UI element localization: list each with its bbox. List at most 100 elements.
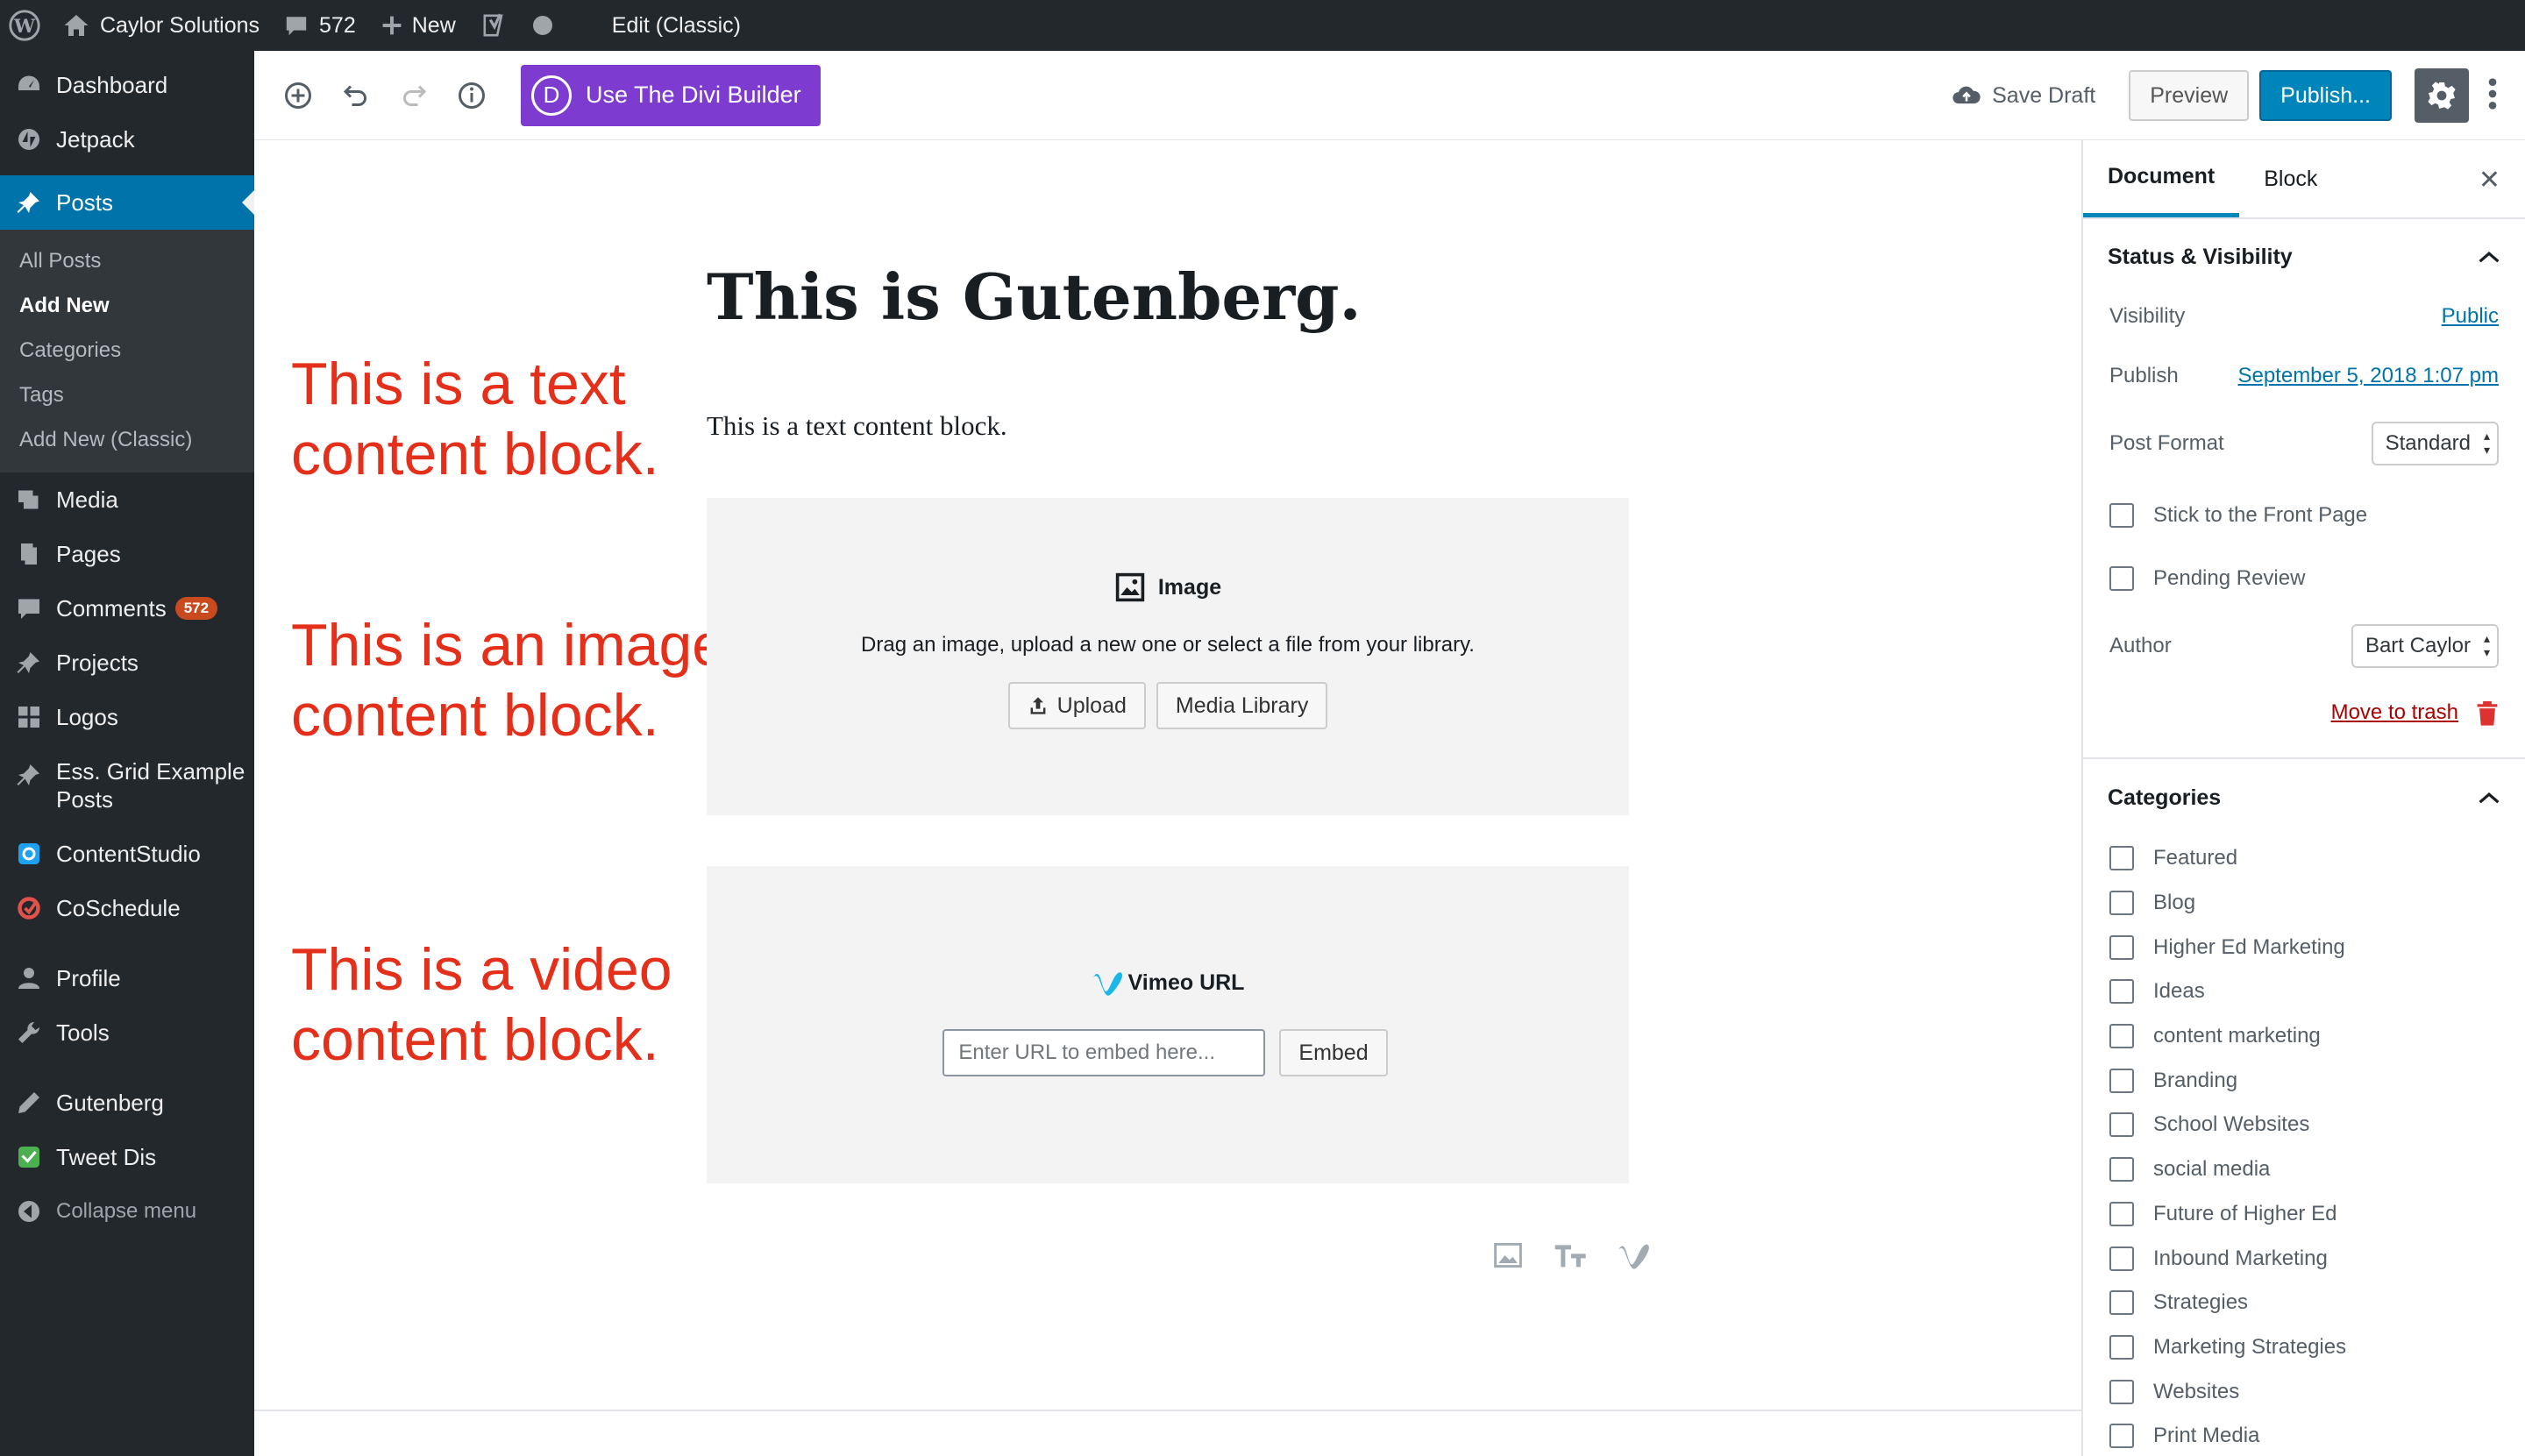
menu-coschedule[interactable]: CoSchedule [0, 881, 254, 935]
close-icon[interactable]: ✕ [2479, 165, 2500, 195]
post-format-select[interactable]: Standard [2371, 422, 2499, 465]
menu-tweet-dis[interactable]: Tweet Dis [0, 1130, 254, 1184]
menu-label: Comments [56, 594, 167, 621]
category-checkbox[interactable] [2109, 846, 2134, 871]
more-options-icon[interactable] [2488, 76, 2497, 116]
image-block[interactable]: Image Drag an image, upload a new one or… [707, 498, 1629, 815]
stick-front-row: Stick to the Front Page [2083, 473, 2525, 558]
submenu-add-new-classic[interactable]: Add New (Classic) [0, 417, 254, 462]
status-visibility-toggle[interactable]: Status & Visibility [2083, 219, 2525, 295]
category-item: Marketing Strategies [2083, 1325, 2525, 1370]
collapse-menu-button[interactable]: Collapse menu [0, 1184, 254, 1239]
site-name-link[interactable]: Caylor Solutions [51, 0, 272, 51]
media-library-button[interactable]: Media Library [1156, 682, 1328, 729]
category-checkbox[interactable] [2109, 1024, 2134, 1049]
menu-posts[interactable]: Posts [0, 175, 254, 230]
category-checkbox[interactable] [2109, 1290, 2134, 1316]
submenu-tags[interactable]: Tags [0, 373, 254, 417]
pending-review-checkbox[interactable] [2109, 566, 2134, 591]
category-checkbox[interactable] [2109, 934, 2134, 960]
menu-contentstudio[interactable]: ContentStudio [0, 827, 254, 881]
embed-url-input[interactable] [942, 1029, 1266, 1076]
menu-pages[interactable]: Pages [0, 527, 254, 581]
category-label: Blog [2153, 891, 2196, 915]
menu-jetpack[interactable]: Jetpack [0, 112, 254, 167]
category-item: Inbound Marketing [2083, 1236, 2525, 1281]
category-checkbox[interactable] [2109, 1068, 2134, 1093]
category-label: Future of Higher Ed [2153, 1201, 2337, 1225]
redo-icon[interactable] [391, 73, 437, 118]
image-block-description: Drag an image, upload a new one or selec… [861, 633, 1475, 657]
menu-projects[interactable]: Projects [0, 636, 254, 690]
author-select[interactable]: Bart Caylor [2351, 624, 2499, 668]
trash-icon[interactable] [2476, 700, 2499, 726]
annotation-line: This is a video [291, 936, 672, 1003]
category-checkbox[interactable] [2109, 979, 2134, 1005]
yoast-link[interactable] [468, 0, 521, 51]
move-to-trash-link[interactable]: Move to trash [2331, 700, 2458, 725]
upload-button[interactable]: Upload [1007, 682, 1146, 729]
paragraph-block[interactable]: This is a text content block. [707, 410, 1007, 442]
category-checkbox[interactable] [2109, 891, 2134, 916]
grid-icon [14, 702, 44, 732]
editor-toolbar: D Use The Divi Builder Save Draft Previe… [254, 51, 2525, 140]
menu-gutenberg[interactable]: Gutenberg [0, 1076, 254, 1130]
category-checkbox[interactable] [2109, 1112, 2134, 1138]
menu-label: Projects [56, 649, 139, 676]
undo-icon[interactable] [333, 73, 379, 118]
category-item: Blog [2083, 881, 2525, 926]
category-checkbox[interactable] [2109, 1379, 2134, 1404]
visibility-link[interactable]: Public [2442, 304, 2499, 329]
wordpress-logo-icon[interactable]: W [0, 0, 51, 51]
menu-ess-grid[interactable]: Ess. Grid Example Posts [0, 744, 254, 827]
comments-link[interactable]: 572 [272, 0, 368, 51]
menu-profile[interactable]: Profile [0, 951, 254, 1005]
tweet-dis-icon [14, 1142, 44, 1172]
preview-button[interactable]: Preview [2129, 70, 2250, 121]
cloud-upload-icon [1952, 86, 1981, 104]
category-checkbox[interactable] [2109, 1157, 2134, 1183]
category-checkbox[interactable] [2109, 1424, 2134, 1449]
categories-toggle[interactable]: Categories [2083, 759, 2525, 836]
category-checkbox[interactable] [2109, 1201, 2134, 1226]
pages-icon [14, 539, 44, 569]
vimeo-icon[interactable] [1615, 1236, 1654, 1275]
menu-dashboard[interactable]: Dashboard [0, 58, 254, 112]
menu-logos[interactable]: Logos [0, 690, 254, 744]
new-content-link[interactable]: New [368, 0, 468, 51]
menu-comments[interactable]: Comments 572 [0, 581, 254, 636]
submenu-categories[interactable]: Categories [0, 328, 254, 373]
publish-button[interactable]: Publish... [2259, 70, 2392, 121]
vimeo-embed-block[interactable]: Vimeo URL Embed [707, 866, 1629, 1183]
divi-builder-button[interactable]: D Use The Divi Builder [521, 64, 821, 126]
settings-gear-button[interactable] [2415, 68, 2469, 123]
menu-label: Jetpack [56, 125, 135, 153]
menu-tools[interactable]: Tools [0, 1005, 254, 1060]
menu-label: Media [56, 486, 118, 513]
submenu-add-new[interactable]: Add New [0, 283, 254, 328]
submenu-all-posts[interactable]: All Posts [0, 238, 254, 283]
annotation-video-block: This is a video content block. [291, 934, 672, 1075]
image-icon[interactable] [1489, 1236, 1527, 1275]
post-format-label: Post Format [2109, 431, 2224, 455]
category-label: Higher Ed Marketing [2153, 934, 2345, 959]
stick-front-checkbox[interactable] [2109, 503, 2134, 528]
save-draft-button[interactable]: Save Draft [1952, 83, 2095, 109]
add-block-icon[interactable] [275, 73, 321, 118]
edit-classic-link[interactable]: Edit (Classic) [600, 0, 753, 51]
menu-media[interactable]: Media [0, 472, 254, 527]
category-item: Higher Ed Marketing [2083, 925, 2525, 969]
category-checkbox[interactable] [2109, 1246, 2134, 1271]
heading-icon[interactable] [1552, 1236, 1590, 1275]
tab-document[interactable]: Document [2083, 140, 2240, 217]
stick-front-label: Stick to the Front Page [2153, 503, 2368, 527]
menu-label: CoSchedule [56, 894, 181, 921]
tab-block[interactable]: Block [2239, 140, 2342, 217]
menu-label: ContentStudio [56, 840, 201, 867]
post-title[interactable]: This is Gutenberg. [707, 259, 1362, 334]
embed-button[interactable]: Embed [1279, 1029, 1388, 1076]
pencil-icon [14, 1088, 44, 1118]
category-checkbox[interactable] [2109, 1334, 2134, 1360]
info-icon[interactable] [449, 73, 494, 118]
publish-date-link[interactable]: September 5, 2018 1:07 pm [2237, 364, 2499, 388]
